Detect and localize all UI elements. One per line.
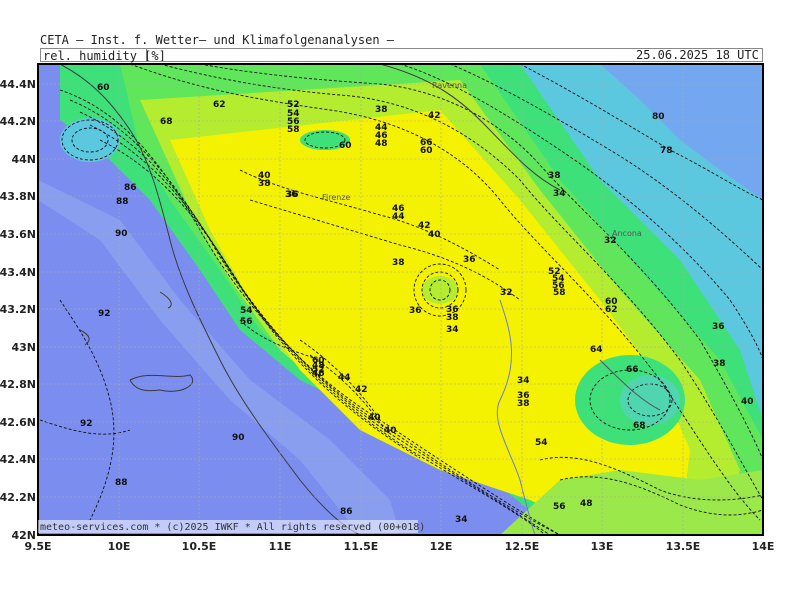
lon-tick-label: 12E: [430, 540, 453, 553]
lat-tick-label: 44.2N: [0, 115, 36, 128]
contour-value-label: 90: [115, 229, 128, 239]
contour-value-label: 68: [633, 421, 646, 431]
lat-tick-label: 43.2N: [0, 303, 36, 316]
contour-value-label: 92: [98, 309, 111, 319]
contour-value-label: 48: [375, 139, 388, 149]
contour-value-label: 62: [213, 100, 226, 110]
contour-value-label: 54: [535, 438, 548, 448]
contour-value-label: 38: [548, 171, 561, 181]
lat-tick-label: 44.4N: [0, 78, 36, 91]
contour-value-label: 40: [741, 397, 754, 407]
lon-tick-label: 13E: [591, 540, 614, 553]
copyright-text: meteo-services.com * (c)2025 IWKF * All …: [40, 522, 425, 533]
lon-tick-label: 13.5E: [666, 540, 701, 553]
lat-tick-label: 42.2N: [0, 491, 36, 504]
lat-tick-label: 43.8N: [0, 190, 36, 203]
contour-value-label: 90: [232, 433, 245, 443]
contour-value-label: 40: [428, 230, 441, 240]
city-label-firenze: Firenze: [322, 193, 351, 202]
contour-value-label: 36: [463, 255, 476, 265]
contour-value-label: 48: [312, 361, 325, 371]
contour-value-label: 36: [286, 190, 299, 200]
contour-value-label: 88: [116, 197, 129, 207]
contour-value-label: 42: [428, 111, 441, 121]
contour-value-label: 40: [368, 413, 381, 423]
contour-value-label: 60: [97, 83, 110, 93]
contour-value-label: 64: [590, 345, 603, 355]
contour-value-label: 58: [553, 288, 566, 298]
contour-value-label: 34: [455, 515, 468, 525]
lon-tick-label: 10.5E: [182, 540, 217, 553]
contour-value-label: 88: [115, 478, 128, 488]
contour-value-label: 32: [500, 288, 513, 298]
contour-value-label: 44: [392, 212, 405, 222]
contour-value-label: 38: [446, 313, 459, 323]
contour-value-label: 56: [553, 502, 566, 512]
contour-value-label: 54: [240, 306, 253, 316]
city-label-ancona: Ancona: [612, 229, 642, 238]
contour-value-label: 62: [605, 305, 618, 315]
contour-value-label: 42: [355, 385, 368, 395]
lon-tick-label: 10E: [108, 540, 131, 553]
lon-tick-label: 11E: [269, 540, 292, 553]
lon-tick-label: 12.5E: [505, 540, 540, 553]
contour-value-label: 36: [409, 306, 422, 316]
lat-tick-label: 43.6N: [0, 228, 36, 241]
contour-value-label: 40: [384, 426, 397, 436]
contour-value-label: 38: [258, 179, 271, 189]
contour-value-label: 38: [392, 258, 405, 268]
latitude-axis: 44.4N 44.2N 44N 43.8N 43.6N 43.4N 43.2N 43N 42.8…: [0, 78, 36, 542]
lat-tick-label: 42.6N: [0, 416, 36, 429]
contour-value-label: 66: [626, 365, 639, 375]
contour-value-label: 78: [660, 146, 673, 156]
contour-value-label: 92: [80, 419, 93, 429]
humidity-field: [38, 64, 763, 535]
contour-value-label: 38: [517, 399, 530, 409]
contour-value-label: 86: [340, 507, 353, 517]
lon-tick-label: 11.5E: [344, 540, 379, 553]
contour-value-label: 60: [339, 141, 352, 151]
lat-tick-label: 44N: [11, 153, 36, 166]
humidity-map: 9.5E 10E 10.5E 11E 11.5E 12E 12.5E 13E 13.5E 14E …: [0, 63, 774, 553]
lat-tick-label: 42.8N: [0, 378, 36, 391]
contour-value-label: 36: [712, 322, 725, 332]
contour-value-label: 38: [375, 105, 388, 115]
contour-value-label: 34: [553, 189, 566, 199]
contour-value-label: 86: [124, 183, 137, 193]
contour-value-label: 38: [713, 359, 726, 369]
contour-value-label: 68: [160, 117, 173, 127]
contour-value-label: 60: [420, 146, 433, 156]
contour-value-label: 48: [580, 499, 593, 509]
contour-value-label: 34: [517, 376, 530, 386]
contour-value-label: 34: [446, 325, 459, 335]
city-label-ravenna: Ravenna: [432, 81, 467, 90]
lat-tick-label: 43.4N: [0, 266, 36, 279]
longitude-axis: 9.5E 10E 10.5E 11E 11.5E 12E 12.5E 13E 13.5E 14E: [24, 540, 774, 553]
contour-value-label: 80: [652, 112, 665, 122]
lat-tick-label: 43N: [11, 341, 36, 354]
contour-value-label: 44: [338, 373, 351, 383]
contour-value-label: 56: [240, 317, 253, 327]
lon-tick-label: 14E: [752, 540, 775, 553]
contour-value-label: 58: [287, 125, 300, 135]
lat-tick-label: 42N: [11, 529, 36, 542]
lat-tick-label: 42.4N: [0, 453, 36, 466]
